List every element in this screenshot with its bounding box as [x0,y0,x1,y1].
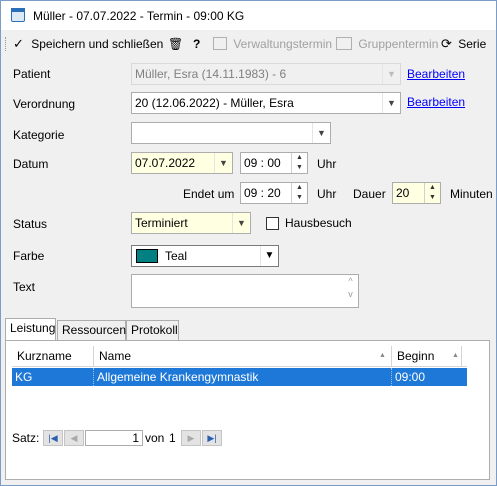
cell-beginn: 09:00 [395,370,426,384]
chevron-down-icon[interactable]: ▼ [382,93,400,113]
group-appointment-label: Gruppentermin [358,37,439,51]
date-value: 07.07.2022 [135,156,196,170]
spin-up-icon[interactable]: ▲ [292,153,307,163]
admin-appointment-label: Verwaltungstermin [233,37,333,51]
duration-value: 20 [396,186,410,200]
series-label: Serie [458,37,487,51]
patient-value: Müller, Esra (14.11.1983) - 6 [135,67,287,81]
repeat-icon: ⟳ [441,36,452,51]
home-visit-checkbox[interactable] [266,217,279,230]
spin-up-icon[interactable]: ▲ [292,183,307,193]
pager-of-label: von [145,431,165,445]
trash-icon: 🗑 [168,37,184,51]
tab-ressourcen[interactable]: Ressourcen [57,320,126,340]
help-button[interactable]: ? [193,36,200,52]
chevron-down-icon[interactable]: ▼ [382,64,400,84]
previous-record-icon[interactable]: ◀ [64,430,84,446]
calendar-icon [11,8,25,22]
toolbar-grip [5,37,7,51]
group-appointment-button[interactable]: Gruppentermin [336,36,438,52]
prescription-select[interactable]: 20 (12.06.2022) - Müller, Esra ▼ [131,92,401,114]
ends-label: Endet um [183,187,235,201]
status-select[interactable]: Terminiert ▼ [131,212,251,234]
duration-input[interactable]: 20 ▲ ▼ [392,182,441,204]
calendar-grid-icon [213,37,227,50]
duration-label: Dauer [353,187,386,201]
next-record-icon[interactable]: ▶ [181,430,201,446]
duration-spinner[interactable]: ▲ ▼ [424,183,440,203]
last-record-icon[interactable]: ▶| [202,430,222,446]
date-label: Datum [13,157,49,171]
date-picker[interactable]: 07.07.2022 ▼ [131,152,233,174]
prescription-value: 20 (12.06.2022) - Müller, Esra [135,96,294,110]
category-select[interactable]: ▼ [131,122,331,144]
patient-edit-link[interactable]: Bearbeiten [407,67,465,81]
pager-label: Satz: [12,431,40,445]
first-record-icon[interactable]: |◀ [43,430,63,446]
start-time-unit: Uhr [317,157,337,171]
sort-icon: ▲ [452,352,459,359]
status-value: Terminiert [135,216,188,230]
save-close-label: Speichern und schließen [31,37,164,51]
chevron-down-icon[interactable]: ▼ [214,153,232,173]
end-time-value: 09 : 20 [244,186,281,200]
category-label: Kategorie [13,128,65,142]
chevron-down-icon[interactable]: ▼ [260,246,278,266]
spin-down-icon[interactable]: ▼ [292,193,307,203]
title-bar: Müller - 07.07.2022 - Termin - 09:00 KG [1,1,496,30]
text-area[interactable]: ^ v [131,274,359,308]
cell-name: Allgemeine Krankengymnastik [94,368,392,386]
window-title: Müller - 07.07.2022 - Termin - 09:00 KG [33,9,245,23]
record-number-input[interactable]: 1 [85,430,143,446]
duration-unit: Minuten [450,187,493,201]
start-time-input[interactable]: 09 : 00 ▲ ▼ [240,152,308,174]
color-value: Teal [165,249,188,263]
tab-leistung[interactable]: Leistung [5,318,56,340]
patient-select[interactable]: Müller, Esra (14.11.1983) - 6 ▼ [131,63,401,85]
prescription-edit-link[interactable]: Bearbeiten [407,95,465,109]
services-panel: Kurzname Name ▲ Beginn ▲ KG Allgemeine K… [5,340,490,480]
patient-label: Patient [13,67,51,81]
chevron-down-icon[interactable]: ▼ [312,123,330,143]
save-close-button[interactable]: ✓ Speichern und schließen [13,36,163,52]
spin-down-icon[interactable]: ▼ [292,163,307,173]
cell-kurzname: KG [12,368,94,386]
end-time-input[interactable]: 09 : 20 ▲ ▼ [240,182,308,204]
end-time-spinner[interactable]: ▲ ▼ [291,183,307,203]
column-kurzname[interactable]: Kurzname [12,346,94,366]
grid-header: Kurzname Name ▲ Beginn ▲ [12,346,467,367]
admin-appointment-button[interactable]: Verwaltungstermin [213,36,332,52]
end-time-unit: Uhr [317,187,337,201]
group-icon [336,37,352,50]
color-label: Farbe [13,249,45,263]
start-time-spinner[interactable]: ▲ ▼ [291,153,307,173]
sort-icon: ▲ [379,352,386,359]
status-label: Status [13,217,48,231]
toolbar: ✓ Speichern und schließen 🗑 ? Verwaltung… [1,32,496,56]
table-row[interactable]: KG Allgemeine Krankengymnastik 09:00 [12,368,467,386]
chevron-down-icon[interactable]: ▼ [232,213,250,233]
checkmark-icon: ✓ [13,36,24,51]
home-visit-label[interactable]: Hausbesuch [285,216,352,230]
appointment-window: Müller - 07.07.2022 - Termin - 09:00 KG … [0,0,497,486]
series-button[interactable]: ⟳ Serie [441,36,486,52]
color-swatch [136,249,158,263]
textarea-scrollbar[interactable]: ^ v [343,275,358,307]
prescription-label: Verordnung [13,97,76,111]
column-name[interactable]: Name [94,346,392,366]
spin-down-icon[interactable]: ▼ [425,193,440,203]
spin-up-icon[interactable]: ▲ [425,183,440,193]
pager-total: 1 [169,431,176,445]
tab-protokoll[interactable]: Protokoll [126,320,179,340]
color-select[interactable]: Teal ▼ [131,245,279,267]
help-icon: ? [193,37,201,51]
text-label: Text [13,280,36,294]
delete-button[interactable]: 🗑 [168,36,183,52]
start-time-value: 09 : 00 [244,156,281,170]
